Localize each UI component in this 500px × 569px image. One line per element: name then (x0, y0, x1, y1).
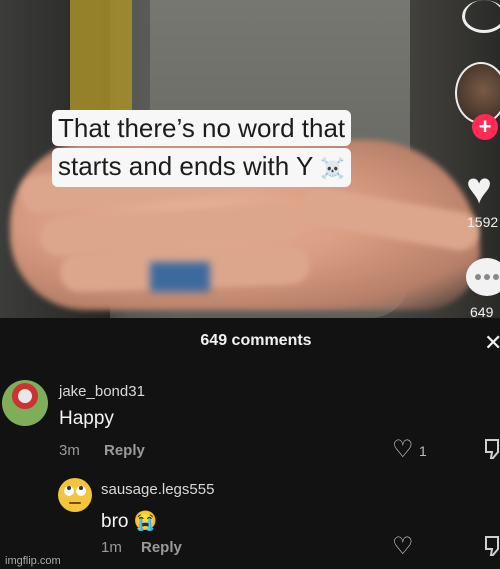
heart-icon[interactable]: ♥ (466, 167, 492, 211)
avatar[interactable] (2, 380, 48, 426)
caption-line-1: That there’s no word that (52, 110, 352, 146)
reply-button[interactable]: Reply (141, 539, 182, 556)
video-frame[interactable]: That there’s no word that starts and end… (0, 0, 500, 318)
creator-avatar[interactable] (455, 62, 500, 124)
comment-text: bro 😭 (101, 509, 157, 533)
comment-like-count: 1 (419, 443, 427, 459)
comments-panel: 649 comments ✕ jake_bond31 Happy 3m Repl… (0, 318, 500, 569)
comment-text-body: bro (101, 511, 129, 532)
heart-outline-icon[interactable]: ♡ (392, 438, 414, 462)
comment-time: 3m (59, 442, 80, 459)
comment-username[interactable]: sausage.legs555 (101, 481, 214, 498)
thumbs-down-icon[interactable] (484, 535, 500, 557)
comment-bubble-icon[interactable] (466, 258, 500, 296)
comment-username[interactable]: jake_bond31 (59, 383, 145, 400)
blue-object (150, 262, 210, 292)
heart-outline-icon[interactable]: ♡ (392, 535, 414, 559)
rolling-eyes-emoji-icon (59, 479, 91, 511)
comment-time: 1m (101, 539, 122, 556)
follow-button[interactable]: + (472, 114, 498, 140)
comment-count: 649 (470, 304, 494, 318)
caption-line-2: starts and ends with Y ☠️ (52, 148, 351, 187)
skull-emoji: ☠️ (320, 158, 345, 180)
video-caption: That there’s no word that starts and end… (52, 110, 442, 189)
reply-button[interactable]: Reply (104, 442, 145, 459)
caption-line-2-text: starts and ends with Y (58, 151, 313, 181)
watermark: imgflip.com (5, 555, 61, 567)
comments-title: 649 comments (200, 332, 312, 349)
close-icon[interactable]: ✕ (484, 330, 500, 356)
like-count: 1592 (467, 214, 499, 230)
crying-emoji: 😭 (133, 511, 158, 532)
comment-text: Happy (59, 408, 114, 429)
avatar[interactable] (58, 478, 92, 512)
thumbs-down-icon[interactable] (484, 438, 500, 460)
music-icon[interactable] (462, 0, 500, 33)
